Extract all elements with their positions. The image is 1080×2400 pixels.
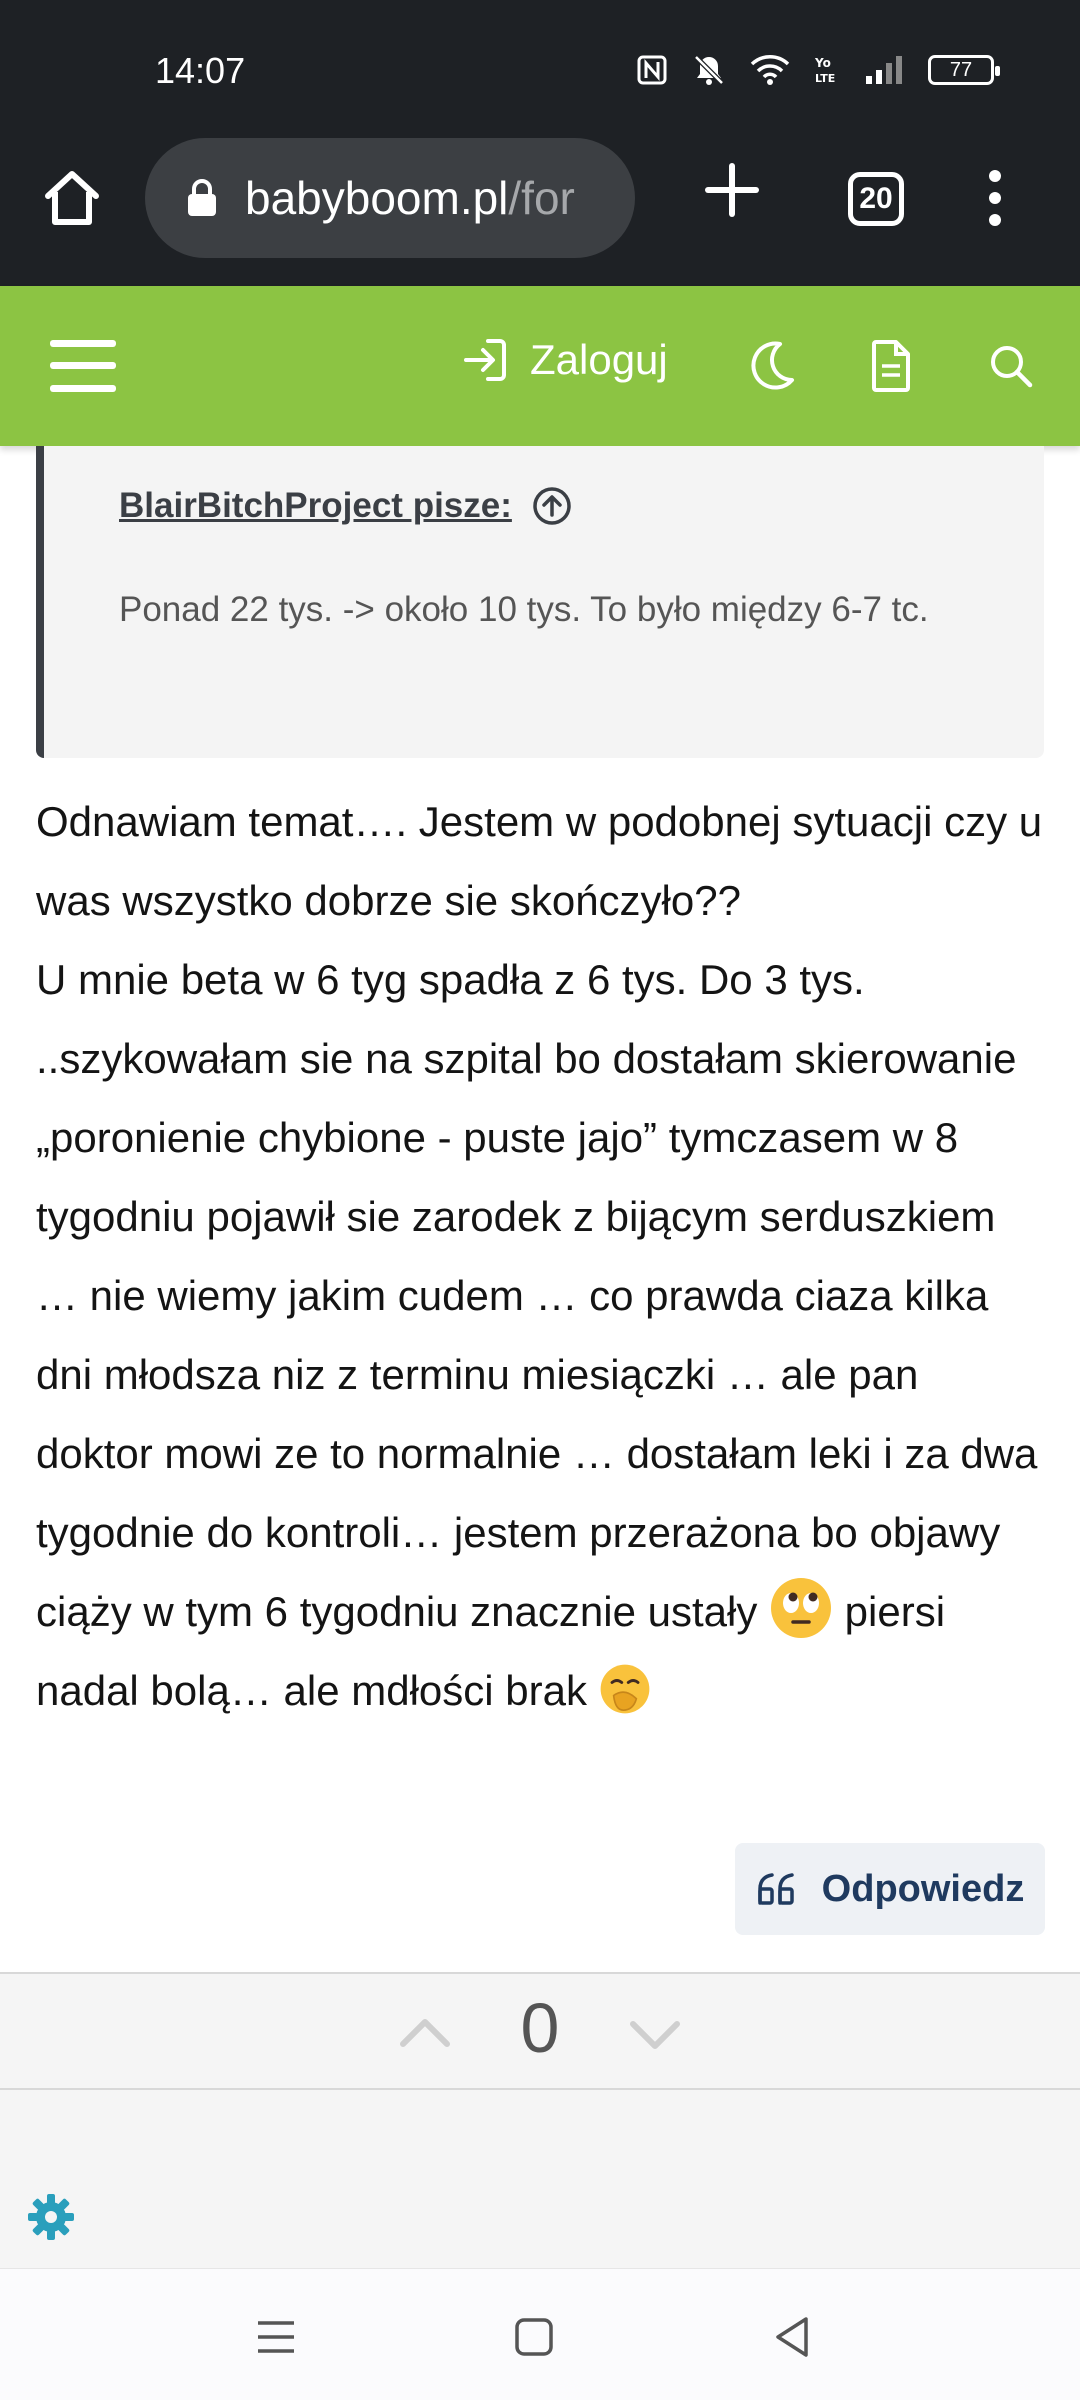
battery-icon: 77 (928, 52, 1000, 88)
quote-block: BlairBitchProject pisze: Ponad 22 tys. -… (36, 446, 1044, 758)
quote-author-link[interactable]: BlairBitchProject pisze: (119, 486, 572, 526)
new-tab-button[interactable] (700, 158, 764, 222)
reply-button[interactable]: Odpowiedz (735, 1843, 1045, 1935)
quote-text: Ponad 22 tys. -> około 10 tys. To było m… (119, 590, 929, 629)
url-host: babyboom.pl (245, 172, 509, 224)
nfc-icon (636, 52, 668, 88)
signal-icon (864, 52, 904, 88)
hamburger-icon (50, 340, 116, 392)
svg-text:Yo: Yo (814, 56, 831, 70)
sign-in-icon (464, 339, 506, 381)
address-bar[interactable]: babyboom.pl/for (145, 138, 635, 258)
gear-icon (28, 2194, 74, 2240)
reply-label: Odpowiedz (821, 1867, 1025, 1910)
recents-button[interactable] (248, 2309, 304, 2365)
tab-switcher-button[interactable]: 20 (848, 172, 904, 226)
moon-icon (751, 341, 794, 390)
browser-menu-button[interactable] (975, 166, 1015, 230)
url-path: /for (508, 172, 575, 224)
site-header: Zaloguj (0, 286, 1080, 446)
home-icon (45, 171, 99, 225)
chevron-up-icon (400, 2019, 450, 2047)
site-menu-button[interactable] (50, 338, 116, 394)
svg-text:LTE: LTE (815, 72, 835, 85)
hand-over-mouth-emoji-icon (600, 1664, 650, 1714)
home-nav-button[interactable] (506, 2309, 562, 2365)
search-button[interactable] (986, 338, 1036, 394)
upvote-button[interactable] (395, 2004, 455, 2064)
document-icon (872, 340, 910, 392)
quote-icon (757, 1873, 794, 1905)
footer-area (0, 2090, 1080, 2268)
settings-button[interactable] (24, 2190, 78, 2244)
post-body: Odnawiam temat…. Jestem w podobnej sytua… (36, 782, 1046, 1730)
status-icons: Yo LTE 77 (636, 52, 1000, 88)
search-icon (991, 346, 1033, 388)
status-time: 14:07 (155, 50, 246, 91)
vote-bar: 0 (0, 1972, 1080, 2090)
browser-toolbar: babyboom.pl/for 20 (0, 138, 1080, 286)
plus-icon (705, 163, 759, 217)
volte-icon: Yo LTE (814, 52, 840, 88)
login-label: Zaloguj (530, 336, 668, 383)
new-posts-button[interactable] (866, 338, 916, 394)
quote-author-name[interactable]: BlairBitchProject pisze: (119, 486, 512, 526)
menu-lines-icon (258, 2321, 294, 2353)
chevron-down-icon (630, 2021, 680, 2049)
square-icon (515, 2318, 553, 2356)
login-button[interactable]: Zaloguj (462, 336, 668, 384)
arrow-up-circle-icon (533, 487, 571, 525)
status-bar: 14:07 Yo LTE 77 (0, 0, 1080, 138)
downvote-button[interactable] (625, 2004, 685, 2064)
bell-muted-icon (692, 52, 726, 88)
wifi-icon (750, 52, 790, 88)
back-triangle-icon (776, 2317, 808, 2357)
eye-roll-emoji-icon (771, 1578, 831, 1638)
system-nav-bar (0, 2268, 1080, 2400)
dark-mode-button[interactable] (748, 338, 798, 394)
lock-icon (188, 179, 216, 216)
back-button[interactable] (764, 2309, 820, 2365)
home-button[interactable] (40, 166, 104, 230)
url-text: babyboom.pl/for (245, 171, 625, 225)
post-text: Odnawiam temat…. Jestem w podobnej sytua… (36, 798, 1043, 1635)
more-vertical-icon (989, 170, 1001, 226)
vote-count: 0 (520, 1989, 560, 2067)
